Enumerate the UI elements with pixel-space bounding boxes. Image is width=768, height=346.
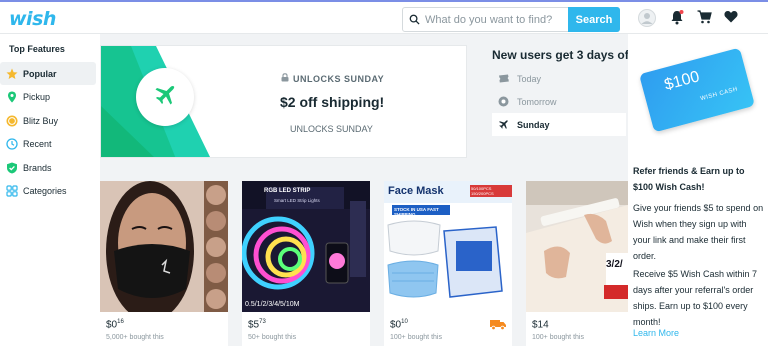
sidebar-item-label: Categories [23,186,67,196]
product-card[interactable]: Face Mask 50/100PCS 150/200PCS STOCK IN … [384,181,512,346]
product-card[interactable]: RGB LED STRIP Smart LED Strip Lights 0.5… [242,181,370,346]
product-bought-count: 100+ bought this [532,334,584,341]
wish-cash-card-image: $100 WISH CASH [639,47,755,133]
sidebar-item-label: Recent [23,139,52,149]
product-card[interactable]: $016 5,000+ bought this [100,181,228,346]
promo-subtext: UNLOCKS SUNDAY [290,124,373,134]
top-navigation-bar: wish Search [0,0,768,34]
new-user-deals-panel: New users get 3 days of deals Today Tomo… [492,48,663,136]
learn-more-link[interactable]: Learn More [633,328,679,338]
shipping-promo-card[interactable]: UNLOCKS SUNDAY $2 off shipping! UNLOCKS … [100,45,467,158]
new-user-deals-title: New users get 3 days of deals [492,48,663,62]
star-icon [6,68,18,80]
product-price: $573 [248,319,266,331]
grid-icon [6,185,18,197]
airplane-icon [497,119,509,130]
fast-shipping-truck-icon [490,317,506,335]
sidebar-item-label: Pickup [23,92,51,102]
search-button[interactable]: Search [568,7,620,32]
sidebar-item-label: Popular [23,68,57,79]
promo-headline: $2 off shipping! [280,94,385,110]
product-bought-count: 50+ bought this [248,334,297,341]
sidebar-item-blitz-buy[interactable]: Blitz Buy [0,109,100,132]
sidebar-item-brands[interactable]: Brands [0,156,100,179]
coin-icon [6,115,18,127]
location-pin-icon [6,91,18,103]
cart-icon[interactable] [697,10,712,29]
sidebar-item-label: Brands [23,162,52,173]
wish-logo[interactable]: wish [9,8,56,30]
sidebar-item-recent[interactable]: Recent [0,133,100,156]
product-bought-count: 5,000+ bought this [106,334,164,341]
sidebar-title: Top Features [9,44,65,54]
refer-paragraph-give: Give your friends $5 to spend on Wish wh… [633,203,764,261]
product-price: $14 [532,319,549,331]
airplane-icon [153,83,177,112]
wish-cash-amount: $100 [662,68,702,94]
bell-icon[interactable] [670,10,684,30]
sidebar-item-categories[interactable]: Categories [0,180,100,203]
refer-paragraph-receive: Receive $5 Wish Cash within 7 days after… [633,269,758,327]
refer-friends-panel: $100 WISH CASH Refer friends & Earn up t… [628,34,768,346]
product-image: RGB LED STRIP Smart LED Strip Lights 0.5… [242,181,370,312]
promo-lock-label: UNLOCKS SUNDAY [281,73,384,84]
refer-title: Refer friends & Earn up to $100 Wish Cas… [633,166,745,192]
day-item-tomorrow[interactable]: Tomorrow [492,90,628,113]
product-image: Face Mask 50/100PCS 150/200PCS STOCK IN … [384,181,512,312]
sidebar-item-popular[interactable]: Popular [0,62,96,85]
wish-cash-label: WISH CASH [699,86,739,103]
product-bought-count: 100+ bought this [390,334,442,341]
promo-icon-circle [136,68,194,126]
product-image: 3/2/ [526,181,628,312]
lock-icon [281,73,289,84]
shield-check-icon [6,162,18,174]
sidebar: Top Features Popular Pickup Blitz Buy Re… [0,34,100,346]
sidebar-item-pickup[interactable]: Pickup [0,86,100,109]
product-image [100,181,228,312]
product-feed: $016 5,000+ bought this RGB LED STRIP Sm… [100,181,628,346]
product-price: $010 [390,319,408,331]
product-price: $016 [106,319,124,331]
search-icon [403,14,425,25]
user-avatar-icon[interactable] [638,9,656,32]
product-card[interactable]: 3/2/ $14 100+ bought this [526,181,628,346]
sidebar-item-label: Blitz Buy [23,115,59,126]
gear-badge-icon [497,96,509,107]
day-item-sunday[interactable]: Sunday [492,113,626,136]
clock-icon [6,138,18,150]
day-item-today[interactable]: Today [492,67,628,90]
heart-icon[interactable] [724,10,738,28]
ticket-icon [497,74,509,83]
